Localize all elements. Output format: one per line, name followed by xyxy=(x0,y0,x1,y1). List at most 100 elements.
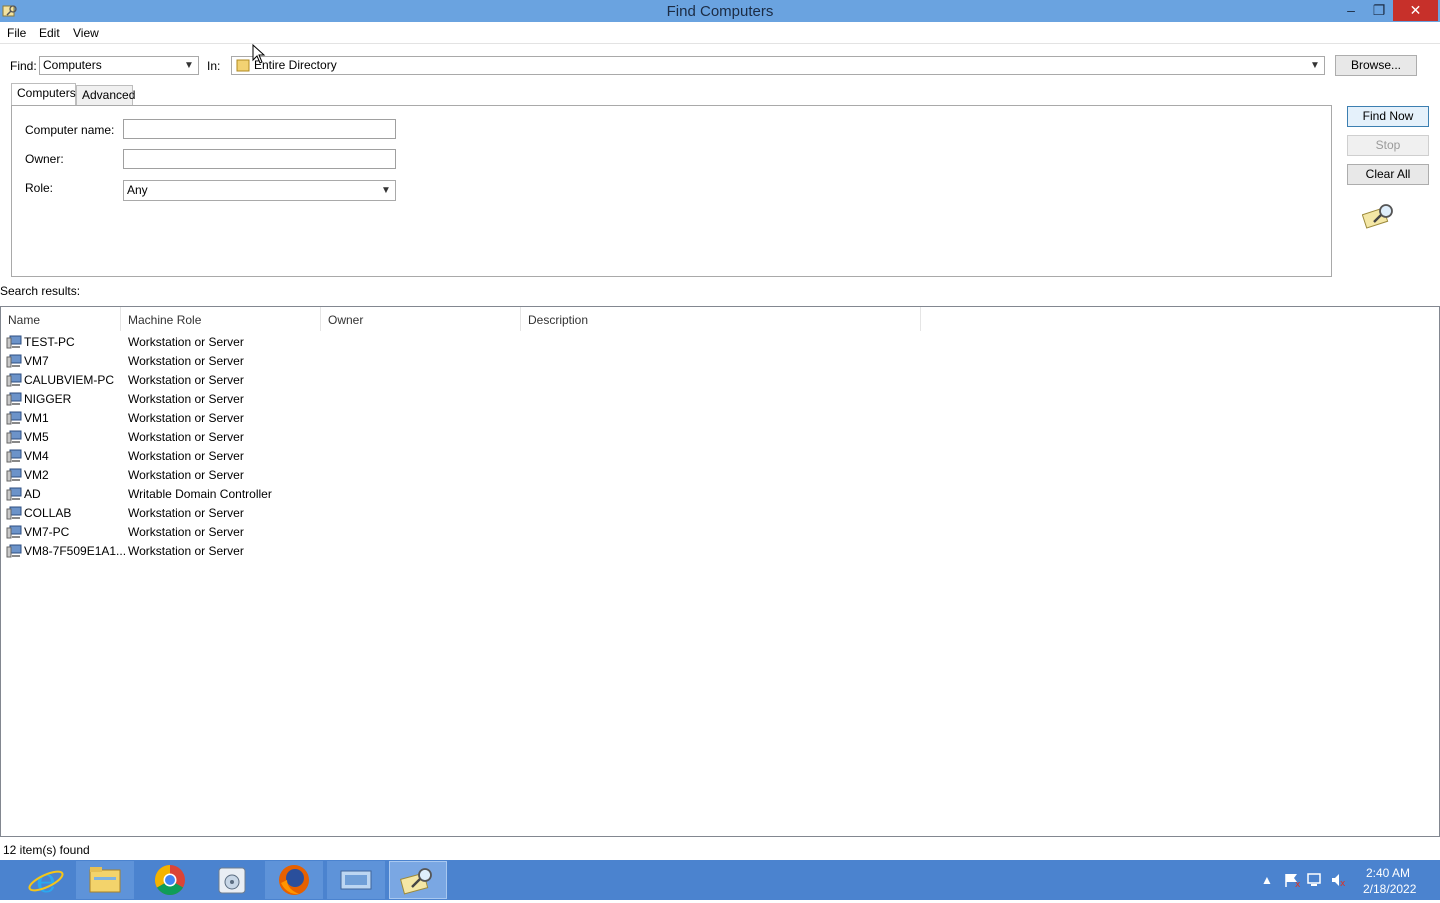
taskbar-chrome[interactable] xyxy=(141,861,199,899)
row-role: Workstation or Server xyxy=(128,544,244,558)
status-bar: 12 item(s) found xyxy=(0,840,1440,860)
row-name: TEST-PC xyxy=(24,335,75,349)
table-row[interactable]: NIGGER Workstation or Server xyxy=(6,390,706,409)
taskbar-firefox[interactable] xyxy=(265,861,323,899)
row-name: VM4 xyxy=(24,449,49,463)
tab-computers[interactable]: Computers xyxy=(11,83,76,105)
table-row[interactable]: VM2 Workstation or Server xyxy=(6,466,706,485)
row-name: VM8-7F509E1A1... xyxy=(24,544,127,558)
volume-muted-icon[interactable]: x xyxy=(1330,872,1348,888)
table-row[interactable]: VM1 Workstation or Server xyxy=(6,409,706,428)
column-header-owner[interactable]: Owner xyxy=(321,307,521,331)
computer-icon xyxy=(6,449,22,463)
role-label: Role: xyxy=(25,181,54,195)
row-role: Workstation or Server xyxy=(128,411,244,425)
row-name: NIGGER xyxy=(24,392,72,406)
minimize-button[interactable]: – xyxy=(1338,0,1364,20)
table-row[interactable]: VM4 Workstation or Server xyxy=(6,447,706,466)
row-role: Workstation or Server xyxy=(128,392,244,406)
network-icon[interactable] xyxy=(1306,872,1324,888)
row-role: Workstation or Server xyxy=(128,449,244,463)
table-row[interactable]: CALUBVIEM-PC Workstation or Server xyxy=(6,371,706,390)
computer-icon xyxy=(6,373,22,387)
column-header-machine-role[interactable]: Machine Role xyxy=(121,307,321,331)
computer-icon xyxy=(6,506,22,520)
find-computers-icon xyxy=(399,868,432,895)
row-role: Workstation or Server xyxy=(128,525,244,539)
computer-name-field[interactable] xyxy=(123,119,396,139)
computer-icon xyxy=(6,354,22,368)
menu-bar: File Edit View xyxy=(0,22,1440,44)
taskbar-find-computers[interactable] xyxy=(389,861,447,899)
find-type-select[interactable]: Computers ▼ xyxy=(39,56,199,75)
computer-name-label: Computer name: xyxy=(25,123,115,137)
directory-icon xyxy=(236,59,250,72)
row-role: Workstation or Server xyxy=(128,468,244,482)
owner-label: Owner: xyxy=(25,152,64,166)
search-animation-icon xyxy=(1362,204,1393,229)
chevron-down-icon: ▼ xyxy=(381,185,391,196)
row-role: Workstation or Server xyxy=(128,430,244,444)
clock-date[interactable]: 2/18/2022 xyxy=(1363,882,1416,896)
table-row[interactable]: TEST-PC Workstation or Server xyxy=(6,333,706,352)
row-name: CALUBVIEM-PC xyxy=(24,373,115,387)
clear-all-button[interactable]: Clear All xyxy=(1347,164,1429,185)
table-row[interactable]: VM8-7F509E1A1... Workstation or Server xyxy=(6,542,706,561)
role-select[interactable]: Any ▼ xyxy=(123,180,396,201)
row-name: VM2 xyxy=(24,468,49,482)
firefox-icon xyxy=(279,865,309,895)
taskbar-file-explorer[interactable] xyxy=(76,861,134,899)
window-title: Find Computers xyxy=(666,3,774,20)
row-name: COLLAB xyxy=(24,506,72,520)
menu-view[interactable]: View xyxy=(73,26,99,40)
computer-icon xyxy=(6,468,22,482)
table-row[interactable]: VM5 Workstation or Server xyxy=(6,428,706,447)
maximize-button[interactable]: ❐ xyxy=(1366,0,1392,20)
row-role: Workstation or Server xyxy=(128,506,244,520)
computer-icon xyxy=(6,392,22,406)
row-role: Workstation or Server xyxy=(128,373,244,387)
show-hidden-icons-icon[interactable]: ▲ xyxy=(1261,873,1273,887)
table-row[interactable]: AD Writable Domain Controller xyxy=(6,485,706,504)
menu-file[interactable]: File xyxy=(7,26,26,40)
results-list[interactable]: Name Machine Role Owner Description TEST… xyxy=(0,306,1440,837)
search-results-label: Search results: xyxy=(0,284,81,298)
row-name: VM5 xyxy=(24,430,49,444)
table-row[interactable]: VM7-PC Workstation or Server xyxy=(6,523,706,542)
status-text: 12 item(s) found xyxy=(3,843,90,857)
column-header-name[interactable]: Name xyxy=(1,307,121,331)
row-name: AD xyxy=(24,487,41,501)
role-value: Any xyxy=(127,183,148,197)
clock-time[interactable]: 2:40 AM xyxy=(1366,866,1410,880)
taskbar-media-app[interactable] xyxy=(203,861,261,899)
search-scope-value: Entire Directory xyxy=(254,58,337,72)
stop-button[interactable]: Stop xyxy=(1347,135,1429,156)
file-explorer-icon xyxy=(89,867,121,893)
search-scope-select[interactable]: Entire Directory ▼ xyxy=(231,56,1325,75)
close-button[interactable]: ✕ xyxy=(1393,0,1438,21)
action-center-flag-icon[interactable]: x xyxy=(1283,872,1301,888)
chevron-down-icon: ▼ xyxy=(184,60,194,71)
row-role: Workstation or Server xyxy=(128,335,244,349)
tab-advanced[interactable]: Advanced xyxy=(76,85,135,105)
find-type-value: Computers xyxy=(43,58,102,72)
svg-text:x: x xyxy=(1295,880,1301,888)
find-label: Find: xyxy=(10,59,37,73)
table-row[interactable]: COLLAB Workstation or Server xyxy=(6,504,706,523)
in-label: In: xyxy=(207,59,221,73)
computer-icon xyxy=(6,335,22,349)
row-name: VM7 xyxy=(24,354,49,368)
find-now-button[interactable]: Find Now xyxy=(1347,106,1429,127)
menu-edit[interactable]: Edit xyxy=(39,26,60,40)
svg-text:x: x xyxy=(1340,879,1346,888)
chrome-icon xyxy=(154,865,185,896)
media-app-icon xyxy=(218,867,246,894)
row-role: Writable Domain Controller xyxy=(128,487,272,501)
taskbar-internet-explorer[interactable]: e xyxy=(17,861,75,901)
browse-button[interactable]: Browse... xyxy=(1335,55,1417,76)
taskbar-remote-desktop[interactable] xyxy=(327,861,385,899)
column-header-description[interactable]: Description xyxy=(521,307,921,331)
row-role: Workstation or Server xyxy=(128,354,244,368)
owner-field[interactable] xyxy=(123,149,396,169)
table-row[interactable]: VM7 Workstation or Server xyxy=(6,352,706,371)
